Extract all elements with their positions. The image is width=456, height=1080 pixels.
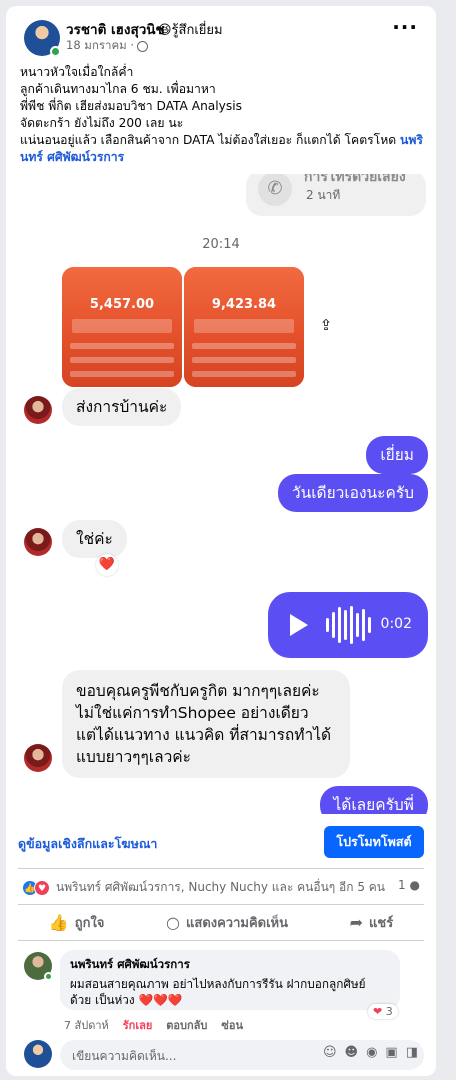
commenter-avatar[interactable] xyxy=(24,952,53,981)
author-avatar[interactable] xyxy=(24,20,61,57)
phone-icon: ✆ xyxy=(258,174,292,206)
post-line-text: แน่นอนอยู่แล้ว เลือกสินค้าจาก DATA ไม่ต้… xyxy=(20,133,397,147)
sender-avatar xyxy=(24,528,52,556)
share-button[interactable]: ➦ แชร์ xyxy=(350,912,394,933)
globe-icon xyxy=(137,40,149,52)
avatar-sticker-icon[interactable]: ☺ xyxy=(323,1045,337,1060)
heart-icon: ❤ xyxy=(373,1005,383,1018)
current-user-avatar xyxy=(24,1040,52,1068)
online-indicator xyxy=(50,46,61,57)
share-label: แชร์ xyxy=(369,916,394,931)
camera-icon[interactable]: ◉ xyxy=(366,1045,377,1060)
post-actions: 👍 ถูกใจ ○ แสดงความคิดเห็น ➦ แชร์ xyxy=(18,912,424,933)
reactions-summary[interactable]: 👍 ♥ นพรินทร์ ศศิพัฒน์วรการ, Nuchy Nuchy … xyxy=(22,878,385,897)
thumbs-up-icon: 👍 xyxy=(48,913,69,932)
voice-call-bubble: ✆ การโทรด้วยเสียง 2 นาที xyxy=(246,174,426,216)
comment-text: ผมสอนสายคุณภาพ อย่าไปหลงกับการรีรัน ฝากบ… xyxy=(70,977,366,1007)
post-date[interactable]: 18 มกราคม · xyxy=(66,37,134,55)
love-reaction-button[interactable]: รักเลย xyxy=(123,1016,153,1034)
divider xyxy=(18,904,424,905)
image-amount: 5,457.00 xyxy=(89,297,155,312)
comment-input[interactable]: เขียนความคิดเห็น... ☺ ☻ ◉ ▣ ◨ xyxy=(60,1040,424,1070)
comment-reaction-count[interactable]: ❤ 3 xyxy=(368,1004,398,1019)
emoji-icon[interactable]: ☻ xyxy=(345,1045,359,1060)
like-button[interactable]: 👍 ถูกใจ xyxy=(49,912,105,933)
message-in: ใช่ค่ะ xyxy=(62,520,127,558)
message-in: ส่งการบ้านค่ะ xyxy=(62,388,182,426)
gif-icon[interactable]: ▣ xyxy=(385,1045,397,1060)
comment-count[interactable]: 1 ● xyxy=(398,878,420,892)
promote-post-button[interactable]: โปรโมทโพสต์ xyxy=(324,826,424,858)
comment-bubble: นพรินทร์ ศศิพัฒน์วรการ ผมสอนสายคุณภาพ อย… xyxy=(60,950,400,1010)
time-divider: 20:14 xyxy=(202,237,240,252)
comment-label: แสดงความคิดเห็น xyxy=(186,916,289,931)
sender-avatar xyxy=(24,396,52,424)
comment-bubble-icon: ● xyxy=(409,878,420,892)
share-arrow-icon: ➦ xyxy=(349,913,364,932)
waveform xyxy=(326,606,371,644)
post-line: จัดตะกร้า ยังไม่ถึง 200 เลย นะ xyxy=(20,116,184,130)
chat-screenshot[interactable]: ✆ การโทรด้วยเสียง 2 นาที 20:14 5,457.00 … xyxy=(6,174,436,814)
commenter-name[interactable]: นพรินทร์ ศศิพัฒน์วรการ xyxy=(70,956,390,974)
sender-avatar xyxy=(24,744,52,772)
message-out: เยี่ยม xyxy=(366,436,428,474)
image-amount: 9,423.84 xyxy=(211,297,277,312)
post-card: วรชาติ เฮงสุวนิช 😆รู้สึกเยี่ยม 18 มกราคม… xyxy=(6,6,436,1076)
message-line: แบบยาวๆๆเลวค่ะ xyxy=(76,748,192,766)
hide-button[interactable]: ซ่อน xyxy=(221,1016,243,1034)
sticker-icon[interactable]: ◨ xyxy=(406,1045,418,1060)
divider xyxy=(18,868,424,869)
post-line: ลูกค้าเดินทางมาไกล 6 ชม. เพื่อมาหา xyxy=(20,82,216,96)
insights-link[interactable]: ดูข้อมูลเชิงลึกและโฆษณา xyxy=(18,834,157,854)
audio-duration: 0:02 xyxy=(380,616,412,632)
reply-button[interactable]: ตอบกลับ xyxy=(166,1016,207,1034)
comment-button[interactable]: ○ แสดงความคิดเห็น xyxy=(166,912,288,933)
comment-tools: ☺ ☻ ◉ ▣ ◨ xyxy=(323,1045,418,1060)
chat-image: 5,457.00 xyxy=(62,267,182,387)
like-label: ถูกใจ xyxy=(74,916,105,931)
call-duration: 2 นาที xyxy=(306,188,341,202)
message-line: ไม่ใช่แค่การทำShopee อย่างเดียว xyxy=(76,704,309,722)
message-out: วันเดียวเองนะครับ xyxy=(277,474,428,512)
post-meta: 18 มกราคม · xyxy=(66,37,149,55)
comment-placeholder: เขียนความคิดเห็น... xyxy=(72,1049,177,1063)
message-out: ได้เลยครับพี่ xyxy=(319,786,428,814)
message-in: ขอบคุณครูพีชกับครูกิต มากๆๆเลยค่ะ ไม่ใช่… xyxy=(62,670,350,778)
reaction-icons: 👍 ♥ xyxy=(22,879,50,896)
post-line: หนาวหัวใจเมื่อใกล้ค่ำ xyxy=(20,65,134,79)
divider xyxy=(18,940,424,941)
comment-react-value: 3 xyxy=(385,1005,393,1018)
post-text: หนาวหัวใจเมื่อใกล้ค่ำ ลูกค้าเดินทางมาไกล… xyxy=(20,64,428,166)
love-reaction-icon: ♥ xyxy=(34,879,50,896)
post-line: พี่พีช พี่กิต เฮียส่งมอบวิชา DATA Analys… xyxy=(20,99,242,113)
chat-image: 9,423.84 xyxy=(184,267,304,387)
message-line: ขอบคุณครูพีชกับครูกิต มากๆๆเลยค่ะ xyxy=(76,682,320,700)
comment-icon: ○ xyxy=(166,913,180,932)
audio-message: 0:02 xyxy=(268,592,428,658)
ellipsis-icon[interactable]: ··· xyxy=(392,17,418,37)
feeling-label: 😆รู้สึกเยี่ยม xyxy=(158,23,223,38)
play-icon xyxy=(290,614,308,636)
message-line: แต่ได้แนวทาง แนวคิด ที่สามารถทำได้ xyxy=(76,726,332,744)
share-icon: ⇪ xyxy=(312,312,340,340)
comment-meta: 7 สัปดาห์ รักเลย ตอบกลับ ซ่อน xyxy=(64,1016,243,1034)
reactors-text: นพรินทร์ ศศิพัฒน์วรการ, Nuchy Nuchy และ … xyxy=(56,880,385,894)
comment-time[interactable]: 7 สัปดาห์ xyxy=(64,1016,109,1034)
post-line: แน่นอนอยู่แล้ว เลือกสินค้าจาก DATA ไม่ต้… xyxy=(20,132,428,166)
heart-icon: ❤️ xyxy=(96,554,118,576)
online-indicator xyxy=(44,972,53,981)
comment-count-value: 1 xyxy=(398,878,406,892)
